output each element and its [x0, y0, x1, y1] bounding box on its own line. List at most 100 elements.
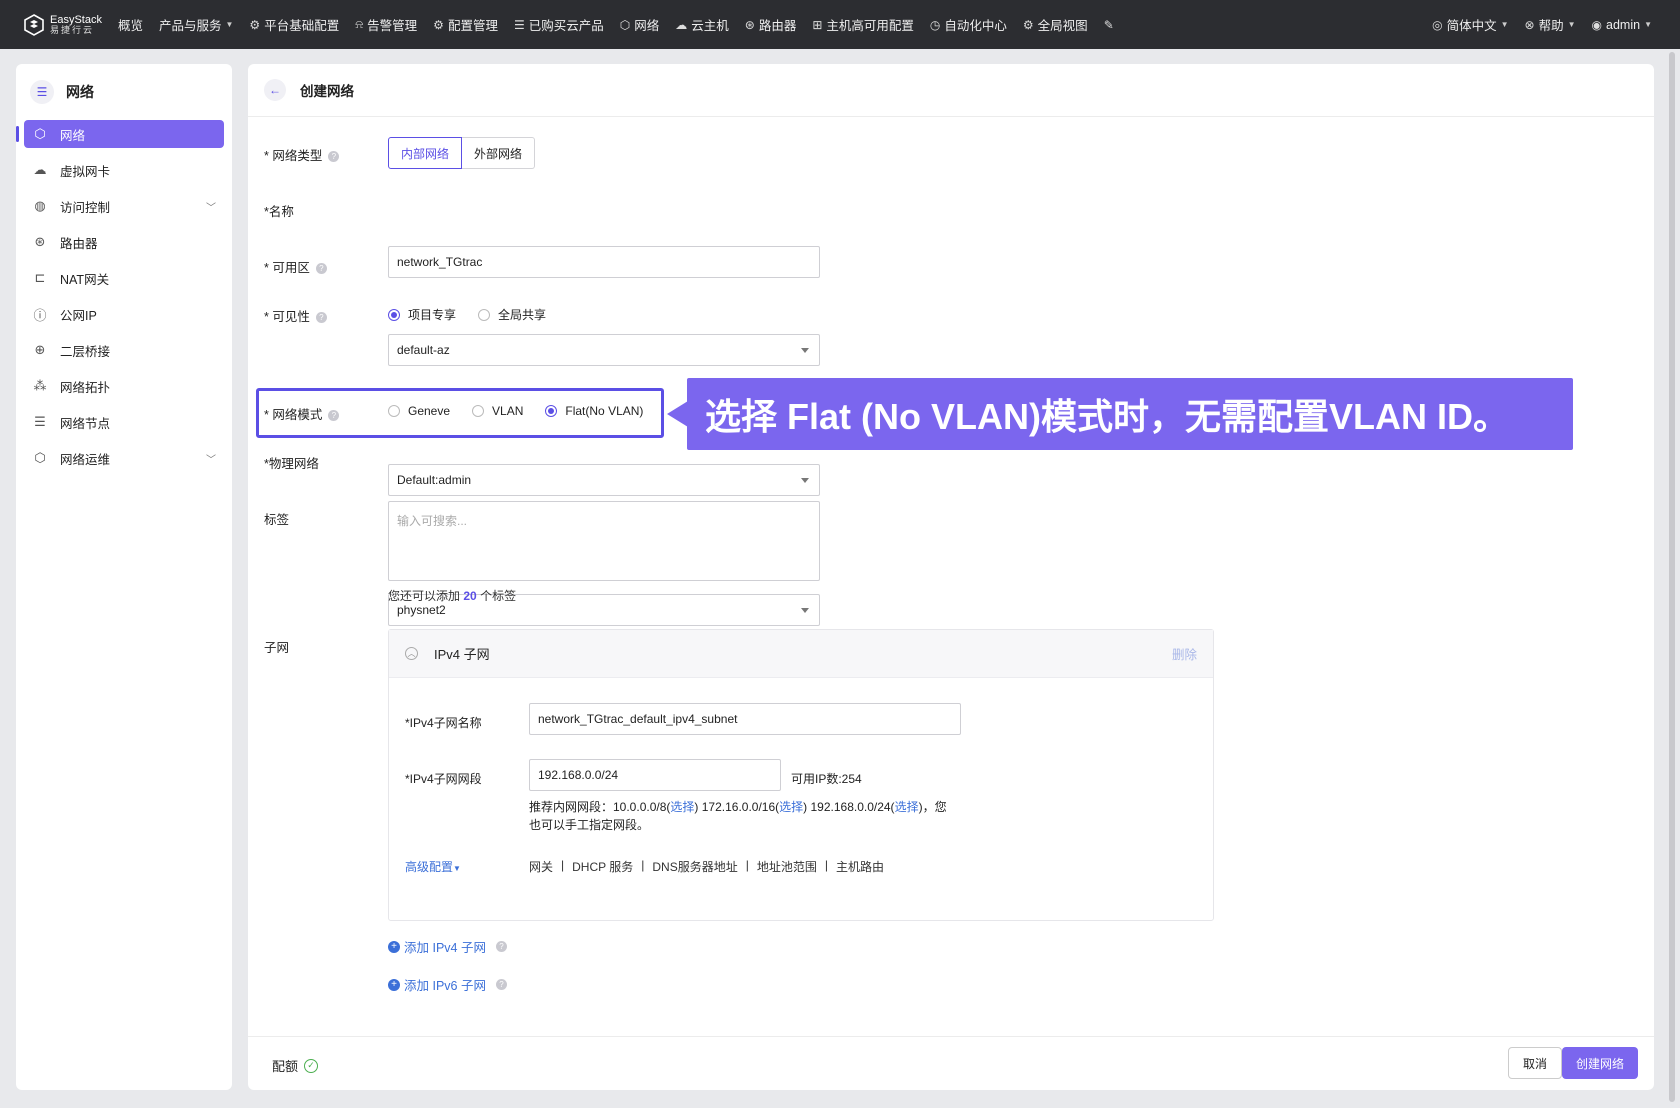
- nav-pin[interactable]: ✎: [1096, 18, 1122, 32]
- separator: |: [561, 858, 565, 872]
- back-arrow-icon[interactable]: ←: [264, 79, 286, 101]
- page-header: ← 创建网络: [248, 64, 1654, 117]
- internal-network-option[interactable]: 内部网络: [388, 137, 463, 169]
- logo-icon: [24, 13, 44, 36]
- router-icon: ⊛: [34, 234, 46, 249]
- sidebar-item-topology[interactable]: ⁂ 网络拓扑: [24, 372, 224, 400]
- visibility-label: * 可见性?: [264, 306, 327, 325]
- network-type-label: * 网络类型?: [264, 145, 340, 164]
- radio-unchecked-icon: [478, 308, 491, 321]
- nav-label: 自动化中心: [944, 19, 1007, 33]
- chevron-down-icon: ﹀: [206, 454, 216, 466]
- tags-hint: 您还可以添加 20 个标签: [388, 587, 516, 604]
- chevron-down-icon: ﹀: [206, 202, 216, 214]
- ops-icon: ⬡: [34, 450, 46, 465]
- access-icon: ◍: [34, 198, 46, 213]
- nav-router[interactable]: ⊛ 路由器: [737, 15, 805, 34]
- nic-icon: ☁: [33, 162, 47, 177]
- sidebar-item-label: 网络: [60, 128, 86, 143]
- nav-overview[interactable]: 概览: [110, 15, 151, 34]
- external-network-option[interactable]: 外部网络: [462, 137, 536, 169]
- sidebar-item-label: 网络拓扑: [60, 380, 111, 395]
- help-icon[interactable]: ?: [315, 312, 327, 323]
- top-right-menu: ◎ 简体中文 ▼ ⊗ 帮助 ▼ ◉ admin ▼: [1424, 0, 1660, 49]
- nav-label: 网络: [634, 19, 660, 33]
- nav-alarm[interactable]: ⍾ 告警管理: [347, 15, 425, 34]
- sidebar-item-access-control[interactable]: ◍ 访问控制 ﹀: [24, 192, 224, 220]
- sidebar-item-nodes[interactable]: ☰ 网络节点: [24, 408, 224, 436]
- nav-ha[interactable]: ⊞ 主机高可用配置: [804, 15, 922, 34]
- caret-down-icon: ▼: [1500, 20, 1509, 29]
- sidebar-title: 网络: [66, 84, 94, 100]
- menu-icon[interactable]: ☰: [30, 80, 54, 104]
- sidebar-item-label: 网络节点: [60, 416, 111, 431]
- caret-down-icon: [801, 348, 809, 353]
- nav-vm[interactable]: ☁ 云主机: [667, 15, 737, 34]
- tags-input[interactable]: 输入可搜索...: [388, 501, 820, 581]
- name-input[interactable]: network_TGtrac: [388, 246, 820, 278]
- nav-purchased[interactable]: ☰ 已购买云产品: [506, 15, 612, 34]
- create-network-button[interactable]: 创建网络: [1561, 1047, 1638, 1079]
- advanced-item: DNS服务器地址: [652, 860, 738, 874]
- sidebar-item-ops[interactable]: ⬡ 网络运维 ﹀: [24, 444, 224, 472]
- language-label: 简体中文: [1446, 19, 1497, 33]
- nav-label: 告警管理: [367, 19, 418, 33]
- alarm-icon: ⍾: [355, 17, 364, 31]
- subnet-cidr-input[interactable]: 192.168.0.0/24: [529, 759, 781, 791]
- sidebar-item-vnic[interactable]: ☁ 虚拟网卡: [24, 156, 224, 184]
- sidebar-item-nat[interactable]: ⊏ NAT网关: [24, 264, 224, 292]
- cancel-button[interactable]: 取消: [1507, 1047, 1562, 1079]
- topology-icon: ⁂: [33, 378, 47, 393]
- check-circle-icon: ✓: [304, 1058, 319, 1073]
- sidebar-item-public-ip[interactable]: ⓘ 公网IP: [24, 300, 224, 328]
- network-type-switch: 内部网络 外部网络: [388, 137, 536, 169]
- add-ipv6-subnet-link[interactable]: + 添加 IPv6 子网?: [388, 975, 507, 994]
- scrollbar[interactable]: [1668, 52, 1676, 1102]
- advanced-config-toggle[interactable]: 高级配置▼: [405, 858, 461, 875]
- add-ipv4-subnet-link[interactable]: + 添加 IPv4 子网?: [388, 937, 507, 956]
- nav-platform-config[interactable]: ⚙ 平台基础配置: [241, 15, 347, 34]
- project-select[interactable]: Default:admin: [388, 464, 820, 496]
- az-label: * 可用区?: [264, 257, 327, 276]
- name-label: *名称: [264, 205, 294, 219]
- choose-172-link[interactable]: 选择: [779, 800, 803, 814]
- choose-192-link[interactable]: 选择: [895, 800, 919, 814]
- sidebar-item-router[interactable]: ⊛ 路由器: [24, 228, 224, 256]
- nav-automation[interactable]: ◷ 自动化中心: [922, 15, 1015, 34]
- visibility-project-radio[interactable]: 项目专享: [388, 306, 456, 323]
- highlight-box: [256, 388, 664, 438]
- delete-subnet-button[interactable]: 删除: [1172, 644, 1197, 663]
- user-icon: ◉: [1591, 17, 1603, 32]
- nav-network[interactable]: ⬡ 网络: [612, 15, 668, 34]
- sidebar-item-bridge[interactable]: ⊕ 二层桥接: [24, 336, 224, 364]
- network-icon: ⬡: [34, 126, 46, 141]
- list-icon: ☰: [513, 17, 525, 32]
- advanced-item: 主机路由: [836, 860, 885, 874]
- router-icon: ⊛: [744, 17, 755, 32]
- subnet-name-input[interactable]: network_TGtrac_default_ipv4_subnet: [529, 703, 961, 735]
- az-select[interactable]: default-az: [388, 334, 820, 366]
- language-selector[interactable]: ◎ 简体中文 ▼: [1424, 15, 1516, 34]
- hint-text: ) 172.16.0.0/16(: [694, 800, 780, 814]
- user-menu[interactable]: ◉ admin ▼: [1584, 18, 1660, 32]
- choose-10-link[interactable]: 选择: [670, 800, 694, 814]
- collapse-icon[interactable]: ︿: [405, 647, 418, 660]
- nav-products-services[interactable]: 产品与服务 ▼: [151, 15, 241, 34]
- help-menu[interactable]: ⊗ 帮助 ▼: [1517, 15, 1584, 34]
- hint-text: 个标签: [480, 589, 517, 603]
- visibility-global-radio[interactable]: 全局共享: [478, 306, 546, 323]
- help-icon[interactable]: ?: [328, 151, 340, 162]
- hint-text: 您还可以添加: [388, 589, 461, 603]
- help-icon[interactable]: ?: [495, 941, 507, 952]
- help-icon[interactable]: ?: [315, 263, 327, 274]
- nav-global-view[interactable]: ⚙ 全局视图: [1015, 15, 1096, 34]
- nav-label: 路由器: [758, 19, 797, 33]
- sidebar-header: ☰ 网络: [16, 64, 232, 120]
- help-icon[interactable]: ?: [495, 979, 507, 990]
- easystack-logo[interactable]: EasyStack 易捷行云: [22, 13, 102, 37]
- radio-checked-icon: [388, 308, 400, 321]
- nav-config-mgmt[interactable]: ⚙ 配置管理: [425, 15, 506, 34]
- sidebar-item-network[interactable]: ⬡ 网络: [16, 120, 224, 148]
- help-label: 帮助: [1538, 19, 1564, 33]
- sidebar-item-label: 访问控制: [60, 200, 111, 215]
